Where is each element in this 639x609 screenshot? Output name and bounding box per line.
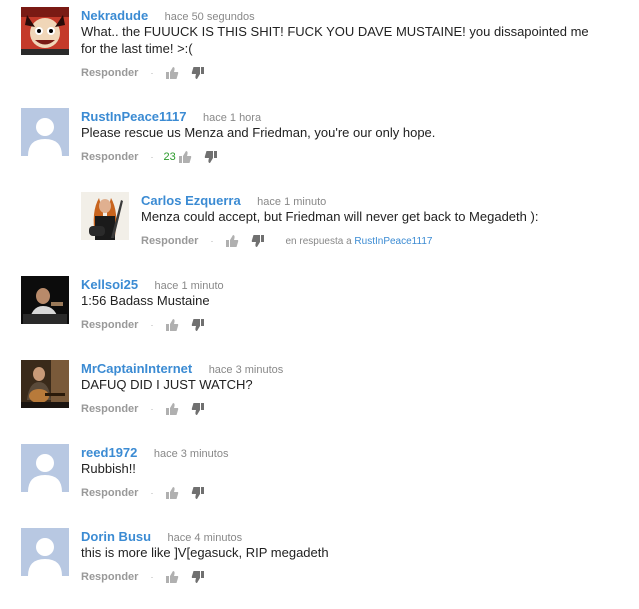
thumbs-up-icon[interactable]	[165, 486, 179, 500]
separator-dot: ·	[150, 488, 154, 498]
comment-text: Rubbish!!	[81, 461, 136, 476]
separator-dot: ·	[150, 404, 154, 414]
thumbs-up-icon[interactable]	[225, 234, 239, 248]
user-avatar[interactable]	[21, 360, 69, 408]
thumbs-up-icon[interactable]	[165, 318, 179, 332]
reply-button[interactable]: Responder	[81, 151, 138, 163]
comment-timestamp: hace 3 minutos	[153, 448, 229, 460]
comment-actions: Responder ·	[81, 486, 205, 500]
comment-author-link[interactable]: Dorin Busu	[81, 529, 151, 544]
default-avatar-icon	[21, 108, 69, 156]
reply-button[interactable]: Responder	[141, 235, 198, 247]
reply-button[interactable]: Responder	[81, 319, 138, 331]
comment-timestamp: hace 50 segundos	[164, 11, 255, 23]
comment-author-link[interactable]: reed1972	[81, 445, 137, 460]
thumbs-down-icon[interactable]	[251, 234, 265, 248]
comment-actions: Responder ·	[81, 570, 205, 584]
comment-timestamp: hace 1 minuto	[257, 196, 327, 208]
user-avatar[interactable]	[21, 276, 69, 324]
comment-actions: Responder · 23	[81, 150, 218, 164]
dark-photo-avatar-icon	[21, 276, 69, 324]
comment-timestamp: hace 1 hora	[202, 112, 262, 124]
guitar-player-photo-avatar-icon	[21, 360, 69, 408]
separator-dot: ·	[150, 152, 154, 162]
thumbs-down-icon[interactable]	[191, 318, 205, 332]
comment-actions: Responder ·	[81, 402, 205, 416]
comment-text: 1:56 Badass Mustaine	[81, 293, 210, 308]
thumbs-down-icon[interactable]	[204, 150, 218, 164]
comment-author-link[interactable]: Carlos Ezquerra	[141, 193, 241, 208]
comment-text: Please rescue us Menza and Friedman, you…	[81, 125, 436, 140]
thumbs-up-icon[interactable]	[165, 570, 179, 584]
user-avatar[interactable]	[21, 444, 69, 492]
comment-text: What.. the FUUUCK IS THIS SHIT! FUCK YOU…	[81, 24, 589, 56]
comment-timestamp: hace 4 minutos	[167, 532, 243, 544]
separator-dot: ·	[150, 68, 154, 78]
thumbs-up-icon[interactable]	[165, 66, 179, 80]
thumbs-up-icon[interactable]	[178, 150, 192, 164]
default-avatar-icon	[21, 444, 69, 492]
reply-button[interactable]: Responder	[81, 571, 138, 583]
comment-text: Menza could accept, but Friedman will ne…	[141, 209, 539, 224]
comment-author-link[interactable]: Nekradude	[81, 8, 148, 23]
in-reply-to-link[interactable]: RustInPeace1117	[354, 236, 432, 247]
user-avatar[interactable]	[21, 108, 69, 156]
comment-author-link[interactable]: Kellsoi25	[81, 277, 138, 292]
in-reply-to: en respuesta a RustInPeace1117	[285, 236, 432, 247]
comment-actions: Responder ·	[81, 318, 205, 332]
separator-dot: ·	[150, 320, 154, 330]
separator-dot: ·	[150, 572, 154, 582]
user-avatar[interactable]	[21, 7, 69, 55]
comment-author-link[interactable]: MrCaptainInternet	[81, 361, 192, 376]
user-avatar[interactable]	[21, 528, 69, 576]
comment-author-link[interactable]: RustInPeace1117	[81, 109, 187, 124]
separator-dot: ·	[210, 236, 214, 246]
comment-text: DAFUQ DID I JUST WATCH?	[81, 377, 253, 392]
thumbs-down-icon[interactable]	[191, 570, 205, 584]
reply-button[interactable]: Responder	[81, 487, 138, 499]
user-avatar[interactable]	[81, 192, 129, 240]
comment-actions: Responder · en respuesta a RustInPeace11…	[141, 234, 432, 248]
thumbs-down-icon[interactable]	[191, 402, 205, 416]
comment-text: this is more like ]V[egasuck, RIP megade…	[81, 545, 329, 560]
like-count: 23	[163, 151, 176, 163]
default-avatar-icon	[21, 528, 69, 576]
comment-actions: Responder ·	[81, 66, 205, 80]
cartoon-avatar-icon	[21, 7, 69, 55]
thumbs-down-icon[interactable]	[191, 486, 205, 500]
thumbs-down-icon[interactable]	[191, 66, 205, 80]
in-reply-prefix: en respuesta a	[285, 235, 352, 247]
reply-button[interactable]: Responder	[81, 403, 138, 415]
comment-timestamp: hace 3 minutos	[208, 364, 284, 376]
comment-timestamp: hace 1 minuto	[154, 280, 224, 292]
guitarist-photo-avatar-icon	[81, 192, 129, 240]
thumbs-up-icon[interactable]	[165, 402, 179, 416]
reply-button[interactable]: Responder	[81, 67, 138, 79]
